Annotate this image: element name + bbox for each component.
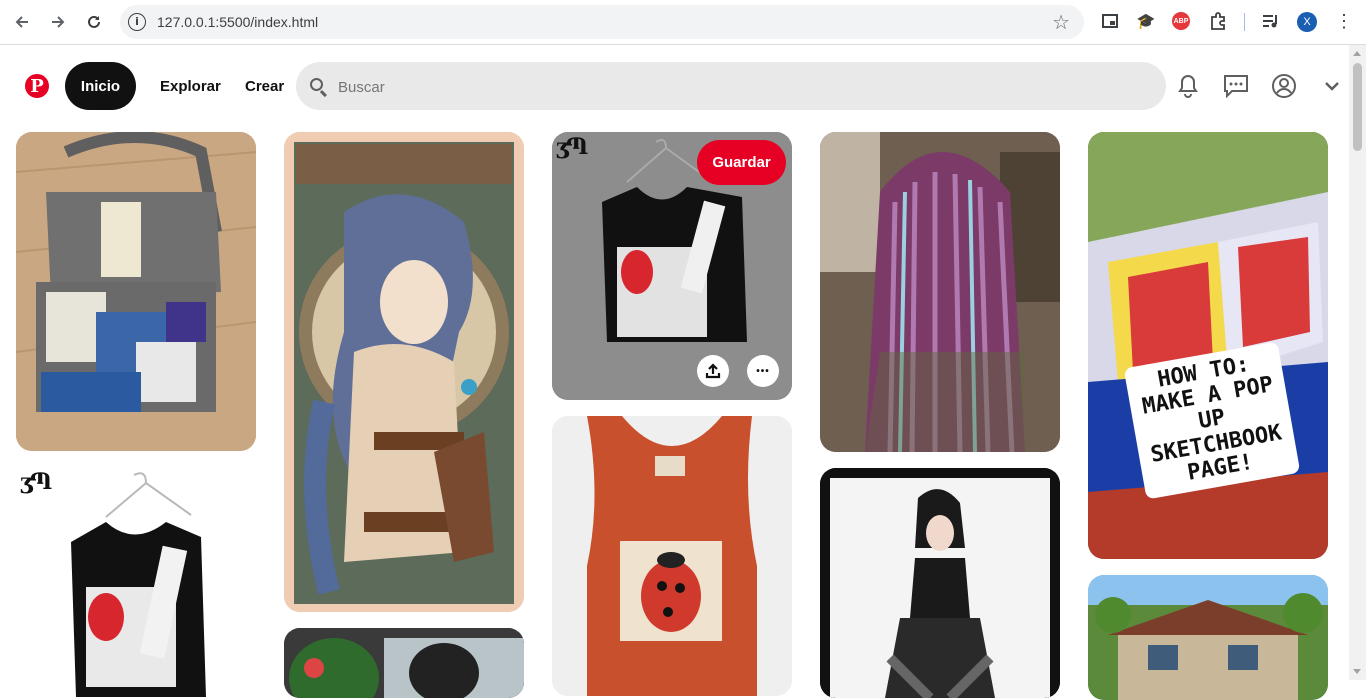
search-icon <box>310 78 323 91</box>
toolbar-divider <box>1244 13 1245 31</box>
pin-black-vest[interactable]: ʒՊ <box>16 467 256 697</box>
reload-icon[interactable] <box>80 8 108 36</box>
scroll-down-icon[interactable] <box>1353 669 1361 674</box>
extensions-icon[interactable] <box>1207 10 1229 32</box>
menu-kebab-icon[interactable]: ⋮ <box>1333 10 1355 32</box>
pin-abstract-painting[interactable] <box>284 628 524 698</box>
media-queue-icon[interactable] <box>1260 10 1282 32</box>
pin-goth-portrait[interactable] <box>820 468 1060 698</box>
nav-create-link[interactable]: Crear <box>245 78 284 95</box>
profile-avatar[interactable]: X <box>1297 12 1317 32</box>
forward-icon[interactable] <box>44 8 72 36</box>
info-icon[interactable]: i <box>128 13 146 31</box>
pin-art-nouveau-illustration[interactable] <box>284 132 524 612</box>
address-bar[interactable]: i 127.0.0.1:5500/index.html ☆ <box>120 5 1084 39</box>
picture-in-picture-icon[interactable] <box>1099 10 1121 32</box>
account-icon[interactable] <box>1270 72 1298 100</box>
bell-icon[interactable] <box>1174 72 1202 100</box>
upload-icon[interactable] <box>697 355 729 387</box>
nav-explore-link[interactable]: Explorar <box>160 78 221 95</box>
search-input[interactable] <box>336 62 1140 112</box>
chat-icon[interactable] <box>1222 72 1250 100</box>
pin-rainbow-hair[interactable] <box>820 132 1060 452</box>
pin-pop-up-sketchbook[interactable]: HOW TO: MAKE A POP UP SKETCHBOOK PAGE! <box>1088 132 1328 559</box>
more-icon[interactable]: ••• <box>747 355 779 387</box>
graduation-cap-icon[interactable]: 🎓 <box>1135 10 1157 32</box>
star-icon[interactable]: ☆ <box>1052 10 1070 35</box>
pinterest-logo[interactable]: P <box>25 74 49 98</box>
url-text[interactable]: 127.0.0.1:5500/index.html <box>157 14 318 30</box>
save-pin-button[interactable]: Guardar <box>697 140 786 185</box>
scroll-up-icon[interactable] <box>1353 51 1361 56</box>
pin-ladybug-tank-top[interactable] <box>552 416 792 696</box>
poster-text: HOW TO: MAKE A POP UP SKETCHBOOK PAGE! <box>1123 341 1301 500</box>
pin-black-vest-hover[interactable]: ʒՊ Guardar ••• <box>552 132 792 400</box>
nav-home-button[interactable]: Inicio <box>65 62 136 110</box>
browser-toolbar: i 127.0.0.1:5500/index.html ☆ 🎓 ABP X ⋮ <box>0 0 1366 45</box>
brand-stamp-icon: ʒՊ <box>20 469 52 495</box>
pin-embroidered-bag[interactable] <box>16 132 256 451</box>
page-scrollbar[interactable] <box>1349 45 1366 680</box>
search-bar[interactable] <box>296 62 1166 112</box>
scroll-thumb[interactable] <box>1353 63 1362 151</box>
brand-stamp-icon: ʒՊ <box>556 134 588 160</box>
adblock-icon[interactable]: ABP <box>1172 12 1190 30</box>
pin-minecraft-house[interactable] <box>1088 575 1328 700</box>
back-icon[interactable] <box>8 8 36 36</box>
chevron-down-icon[interactable] <box>1318 72 1346 100</box>
